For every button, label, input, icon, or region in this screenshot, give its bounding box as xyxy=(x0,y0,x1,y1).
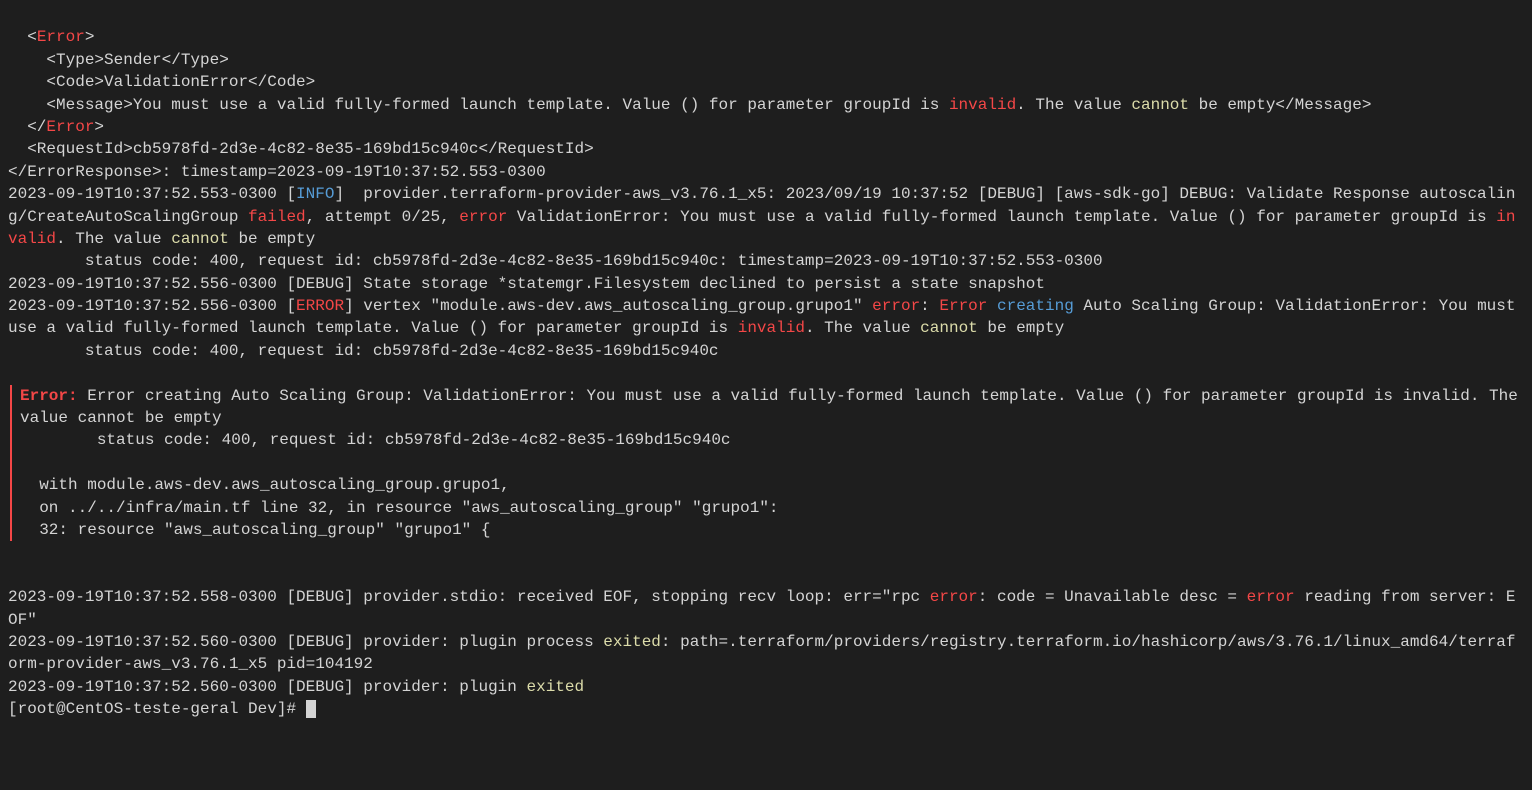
log-line: <Error> xyxy=(8,28,94,46)
log-line: 2023-09-19T10:37:52.560-0300 [DEBUG] pro… xyxy=(8,633,1515,673)
log-line: 2023-09-19T10:37:52.556-0300 [DEBUG] Sta… xyxy=(8,275,1045,293)
log-line: 2023-09-19T10:37:52.560-0300 [DEBUG] pro… xyxy=(8,678,584,696)
log-line: <Type>Sender</Type> xyxy=(8,51,229,69)
error-label: Error: xyxy=(20,387,78,405)
log-line: status code: 400, request id: cb5978fd-2… xyxy=(20,431,731,449)
log-line: status code: 400, request id: cb5978fd-2… xyxy=(8,252,1103,270)
cursor-icon xyxy=(306,700,316,718)
log-line: 32: resource "aws_autoscaling_group" "gr… xyxy=(20,521,490,539)
log-line: </Error> xyxy=(8,118,104,136)
log-line: status code: 400, request id: cb5978fd-2… xyxy=(8,342,719,360)
log-line: on ../../infra/main.tf line 32, in resou… xyxy=(20,499,779,517)
log-line: </ErrorResponse>: timestamp=2023-09-19T1… xyxy=(8,163,546,181)
log-line: with module.aws-dev.aws_autoscaling_grou… xyxy=(20,476,510,494)
log-line: <Message>You must use a valid fully-form… xyxy=(8,96,1371,114)
log-line: <RequestId>cb5978fd-2d3e-4c82-8e35-169bd… xyxy=(8,140,594,158)
log-line: 2023-09-19T10:37:52.553-0300 [INFO] prov… xyxy=(8,185,1515,248)
error-block: Error: Error creating Auto Scaling Group… xyxy=(10,385,1524,542)
terminal-output[interactable]: <Error> <Type>Sender</Type> <Code>Valida… xyxy=(0,0,1532,725)
log-line: <Code>ValidationError</Code> xyxy=(8,73,315,91)
log-line: 2023-09-19T10:37:52.558-0300 [DEBUG] pro… xyxy=(8,588,1515,628)
log-line: 2023-09-19T10:37:52.556-0300 [ERROR] ver… xyxy=(8,297,1525,337)
shell-prompt[interactable]: [root@CentOS-teste-geral Dev]# xyxy=(8,700,316,718)
